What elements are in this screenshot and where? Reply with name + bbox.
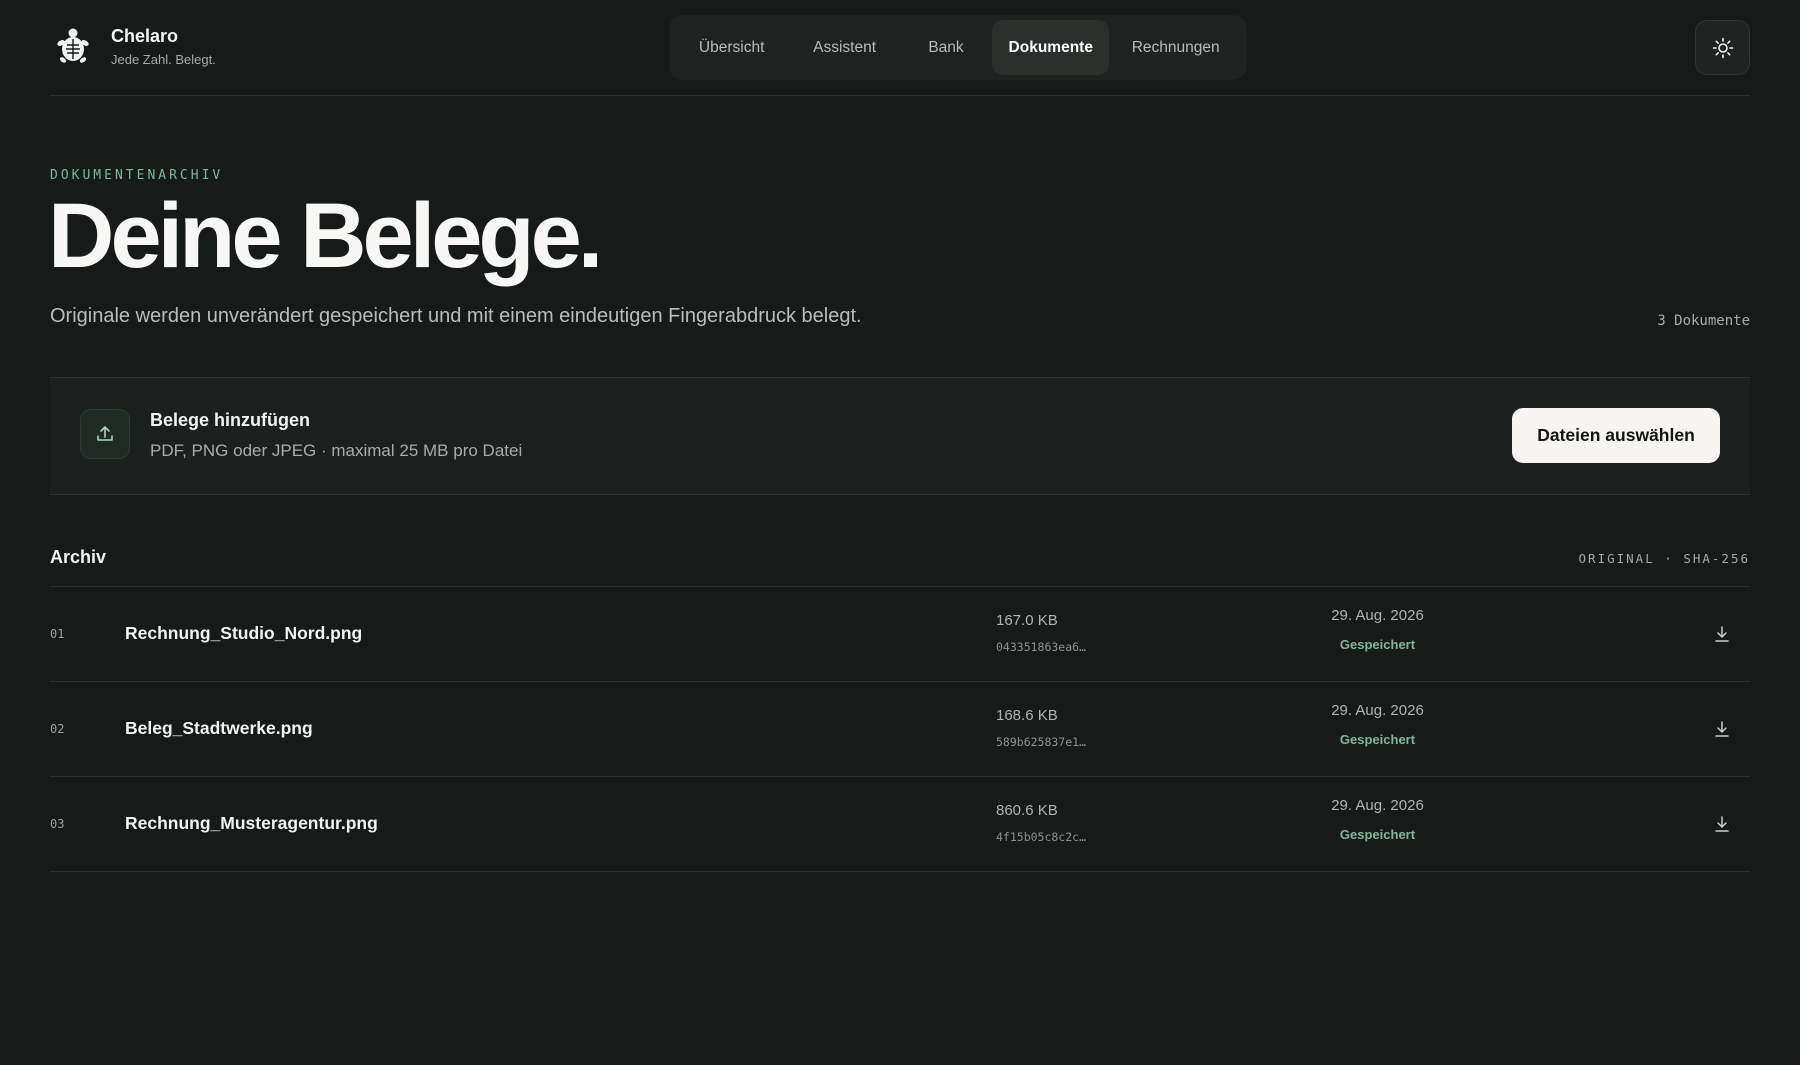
status-badge: Gespeichert — [1339, 827, 1416, 842]
upload-panel: Belege hinzufügen PDF, PNG oder JPEG · m… — [50, 377, 1750, 495]
document-count: 3 Dokumente — [1657, 313, 1750, 329]
tab-assistent[interactable]: Assistent — [789, 20, 900, 75]
table-row[interactable]: 02 Beleg_Stadtwerke.png 168.6 KB 589b625… — [50, 682, 1750, 777]
table-row[interactable]: 01 Rechnung_Studio_Nord.png 167.0 KB 043… — [50, 587, 1750, 682]
brand-tagline: Jede Zahl. Belegt. — [111, 52, 216, 67]
row-number: 02 — [50, 722, 65, 736]
brand[interactable]: Chelaro Jede Zahl. Belegt. — [55, 26, 216, 67]
top-header: Chelaro Jede Zahl. Belegt. Übersicht Ass… — [50, 0, 1750, 96]
archive-list: 01 Rechnung_Studio_Nord.png 167.0 KB 043… — [50, 587, 1750, 872]
file-date: 29. Aug. 2026 — [1331, 607, 1424, 624]
download-icon — [1715, 721, 1729, 737]
download-icon — [1715, 816, 1729, 832]
upload-title: Belege hinzufügen — [150, 410, 311, 430]
tab-dokumente[interactable]: Dokumente — [992, 20, 1110, 75]
section-eyebrow: DOKUMENTENARCHIV — [50, 168, 224, 183]
download-icon — [1715, 626, 1729, 642]
page-subtitle: Originale werden unverändert gespeichert… — [50, 305, 862, 327]
download-button[interactable] — [1708, 715, 1736, 743]
upload-hint: PDF, PNG oder JPEG · maximal 25 MB pro D… — [150, 441, 523, 460]
tab-uebersicht[interactable]: Übersicht — [674, 20, 789, 75]
archive-header: Archiv ORIGINAL · SHA-256 — [50, 533, 1750, 587]
tab-rechnungen[interactable]: Rechnungen — [1109, 20, 1242, 75]
file-date: 29. Aug. 2026 — [1331, 702, 1424, 719]
file-hash: 043351863ea6… — [996, 640, 1087, 654]
theme-toggle-button[interactable] — [1695, 20, 1750, 75]
turtle-logo-icon — [55, 27, 91, 67]
page-title: Deine Belege. — [48, 185, 603, 287]
file-hash: 589b625837e1… — [996, 735, 1087, 749]
row-number: 01 — [50, 627, 65, 641]
table-row[interactable]: 03 Rechnung_Musteragentur.png 860.6 KB 4… — [50, 777, 1750, 872]
upload-icon — [80, 409, 130, 459]
file-size: 168.6 KB — [996, 707, 1058, 724]
file-name[interactable]: Beleg_Stadtwerke.png — [125, 718, 313, 739]
status-badge: Gespeichert — [1339, 637, 1416, 652]
file-date: 29. Aug. 2026 — [1331, 797, 1424, 814]
download-button[interactable] — [1708, 620, 1736, 648]
download-button[interactable] — [1708, 810, 1736, 838]
row-number: 03 — [50, 817, 65, 831]
brand-text: Chelaro Jede Zahl. Belegt. — [111, 26, 216, 67]
choose-files-button[interactable]: Dateien auswählen — [1512, 408, 1720, 463]
file-hash: 4f15b05c8c2c… — [996, 830, 1087, 844]
archive-meta: ORIGINAL · SHA-256 — [1578, 551, 1750, 566]
file-name[interactable]: Rechnung_Studio_Nord.png — [125, 623, 362, 644]
file-size: 860.6 KB — [996, 802, 1058, 819]
archive-title: Archiv — [50, 547, 107, 567]
main-nav: Übersicht Assistent Bank Dokumente Rechn… — [669, 15, 1247, 80]
brand-name: Chelaro — [111, 26, 179, 46]
status-badge: Gespeichert — [1339, 732, 1416, 747]
tab-bank[interactable]: Bank — [900, 20, 992, 75]
file-name[interactable]: Rechnung_Musteragentur.png — [125, 813, 378, 834]
sun-icon — [1712, 37, 1733, 58]
file-size: 167.0 KB — [996, 612, 1058, 629]
